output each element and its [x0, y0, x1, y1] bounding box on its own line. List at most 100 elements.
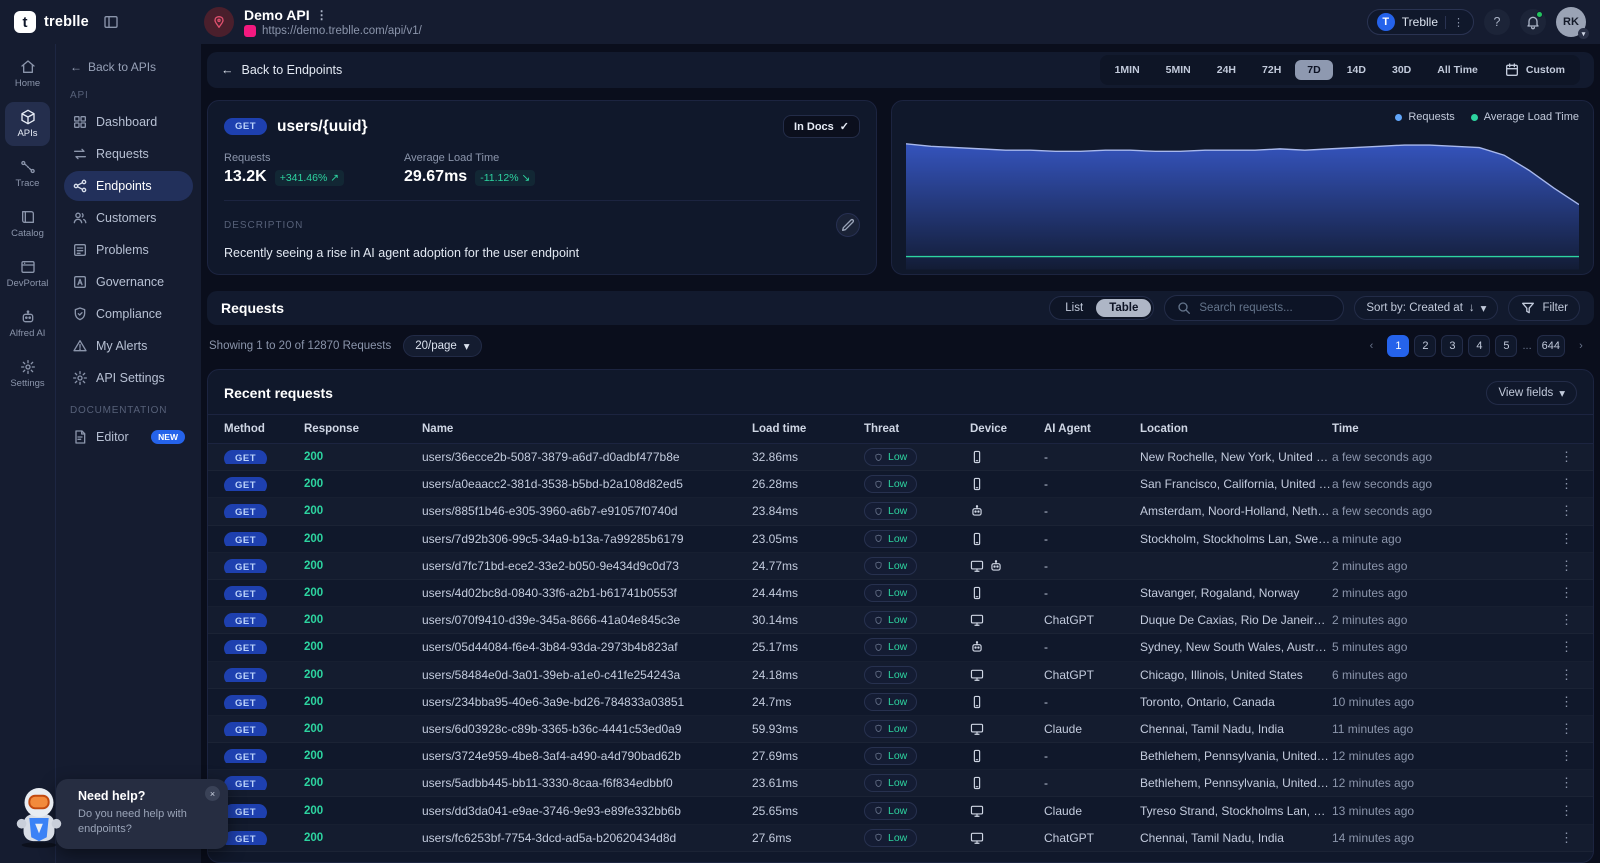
row-menu-button[interactable]: ⋮ — [1556, 694, 1577, 709]
edit-description-button[interactable] — [836, 213, 860, 237]
request-time: 12 minutes ago — [1332, 776, 1415, 791]
sidebar-item-requests[interactable]: Requests — [64, 139, 193, 169]
page-5-button[interactable]: 5 — [1495, 335, 1518, 357]
threat-shield-icon — [874, 697, 883, 706]
rail-item-devportal[interactable]: DevPortal — [5, 252, 50, 296]
range-30d[interactable]: 30D — [1380, 60, 1423, 80]
table-row[interactable]: GET 200 users/234bba95-40e6-3a9e-bd26-78… — [208, 689, 1593, 716]
page-4-button[interactable]: 4 — [1468, 335, 1491, 357]
pencil-icon — [840, 217, 856, 233]
workspace-switcher[interactable]: T Treblle ⋮ — [1366, 9, 1474, 35]
search-requests[interactable] — [1164, 295, 1345, 321]
rail-item-alfred-ai[interactable]: Alfred AI — [5, 302, 50, 346]
table-row[interactable]: GET 200 users/3724e959-4be8-3af4-a490-a4… — [208, 743, 1593, 770]
filter-button[interactable]: Filter — [1508, 295, 1580, 321]
desktop-icon — [970, 613, 984, 627]
user-avatar[interactable]: RK ▾ — [1556, 7, 1589, 39]
next-page-button[interactable]: › — [1570, 335, 1592, 357]
rail-item-apis[interactable]: APIs — [5, 102, 50, 146]
table-row[interactable]: GET 200 users/6d03928c-c89b-3365-b36c-44… — [208, 716, 1593, 743]
table-row[interactable]: GET 200 users/dd3da041-e9ae-3746-9e93-e8… — [208, 797, 1593, 824]
row-menu-button[interactable]: ⋮ — [1556, 449, 1577, 464]
table-row[interactable]: GET 200 users/5adbb445-bb11-3330-8caa-f6… — [208, 770, 1593, 797]
row-menu-button[interactable]: ⋮ — [1556, 775, 1577, 790]
api-menu-icon[interactable]: ⋮ — [316, 8, 328, 22]
threat-badge: Low — [864, 801, 918, 820]
row-menu-button[interactable]: ⋮ — [1556, 748, 1577, 763]
table-row[interactable]: GET 200 users/7d92b306-99c5-34a9-b13a-7a… — [208, 526, 1593, 553]
prev-page-button[interactable]: ‹ — [1360, 335, 1382, 357]
sidebar-item-customers[interactable]: Customers — [64, 203, 193, 233]
chat-close-button[interactable]: × — [205, 786, 220, 802]
new-badge: NEW — [151, 430, 185, 444]
page-2-button[interactable]: 2 — [1414, 335, 1437, 357]
view-fields-button[interactable]: View fields ▾ — [1486, 381, 1577, 405]
row-menu-button[interactable]: ⋮ — [1556, 721, 1577, 736]
phone-icon — [970, 532, 984, 546]
page-3-button[interactable]: 3 — [1441, 335, 1464, 357]
in-docs-badge[interactable]: In Docs ✓ — [783, 115, 860, 138]
request-time: 10 minutes ago — [1332, 694, 1415, 709]
back-to-apis-link[interactable]: ← Back to APIs — [64, 56, 193, 78]
range-custom[interactable]: Custom — [1492, 58, 1577, 82]
sort-by-button[interactable]: Sort by: Created at ↓ ▾ — [1354, 296, 1499, 320]
per-page-select[interactable]: 20/page ▾ — [403, 335, 482, 357]
sidebar-item-editor[interactable]: Editor NEW — [64, 422, 193, 452]
sidebar-item-problems[interactable]: Problems — [64, 235, 193, 265]
sidebar-item-my-alerts[interactable]: My Alerts — [64, 331, 193, 361]
table-row[interactable]: GET 200 users/885f1b46-e305-3960-a6b7-e9… — [208, 498, 1593, 525]
rail-item-home[interactable]: Home — [5, 52, 50, 96]
row-menu-button[interactable]: ⋮ — [1556, 531, 1577, 546]
range-72h[interactable]: 72H — [1250, 60, 1293, 80]
table-row[interactable]: GET 200 users/36ecce2b-5087-3879-a6d7-d0… — [208, 444, 1593, 471]
requests-dot-icon — [1395, 113, 1403, 121]
range-5min[interactable]: 5MIN — [1154, 60, 1203, 80]
search-input[interactable] — [1199, 302, 1330, 314]
row-menu-button[interactable]: ⋮ — [1556, 830, 1577, 845]
row-menu-button[interactable]: ⋮ — [1556, 558, 1577, 573]
sidebar-item-compliance[interactable]: Compliance — [64, 299, 193, 329]
sidebar-item-governance[interactable]: Governance — [64, 267, 193, 297]
table-row[interactable]: GET 200 users/4d02bc8d-0840-33f6-a2b1-b6… — [208, 580, 1593, 607]
row-menu-button[interactable]: ⋮ — [1556, 503, 1577, 518]
table-row[interactable]: GET 200 users/05d44084-f6e4-3b84-93da-29… — [208, 634, 1593, 661]
table-row[interactable]: GET 200 users/a0eaacc2-381d-3538-b5bd-b2… — [208, 471, 1593, 498]
table-row[interactable]: GET 200 users/58484e0d-3a01-39eb-a1e0-c4… — [208, 662, 1593, 689]
method-badge: GET — [224, 450, 268, 465]
request-time: 14 minutes ago — [1332, 830, 1415, 845]
help-button[interactable]: ? — [1484, 9, 1510, 35]
response-code: 200 — [304, 451, 324, 464]
collapse-sidebar-icon[interactable] — [103, 14, 119, 30]
row-menu-button[interactable]: ⋮ — [1556, 612, 1577, 627]
notifications-button[interactable] — [1520, 9, 1546, 35]
range-7d[interactable]: 7D — [1295, 60, 1333, 80]
view-table-button[interactable]: Table — [1096, 299, 1152, 317]
alfred-bot-avatar[interactable] — [10, 785, 68, 849]
row-menu-button[interactable]: ⋮ — [1556, 639, 1577, 654]
row-menu-button[interactable]: ⋮ — [1556, 476, 1577, 491]
sidebar-item-api-settings[interactable]: API Settings — [64, 363, 193, 393]
view-list-button[interactable]: List — [1052, 299, 1096, 317]
rail-item-catalog[interactable]: Catalog — [5, 202, 50, 246]
sidebar-item-endpoints[interactable]: Endpoints — [64, 171, 193, 201]
row-menu-button[interactable]: ⋮ — [1556, 803, 1577, 818]
request-name: users/dd3da041-e9ae-3746-9e93-e89fe332bb… — [422, 803, 681, 818]
page-644-button[interactable]: 644 — [1536, 335, 1565, 357]
row-menu-button[interactable]: ⋮ — [1556, 667, 1577, 682]
sidebar-item-dashboard[interactable]: Dashboard — [64, 107, 193, 137]
range-all-time[interactable]: All Time — [1425, 60, 1490, 80]
chat-bubble[interactable]: Need help? Do you need help with endpoin… — [56, 779, 228, 849]
rail-item-trace[interactable]: Trace — [5, 152, 50, 196]
page-1-button[interactable]: 1 — [1387, 335, 1410, 357]
table-row[interactable]: GET 200 users/fc6253bf-7754-3dcd-ad5a-b2… — [208, 825, 1593, 852]
load-time: 32.86ms — [752, 450, 799, 465]
table-row[interactable]: GET 200 users/d7fc71bd-ece2-33e2-b050-9e… — [208, 553, 1593, 580]
row-menu-button[interactable]: ⋮ — [1556, 585, 1577, 600]
rail-item-settings[interactable]: Settings — [5, 352, 50, 396]
range-14d[interactable]: 14D — [1335, 60, 1378, 80]
ai-agent: Claude — [1044, 721, 1083, 736]
back-to-endpoints-link[interactable]: ← Back to Endpoints — [221, 63, 342, 77]
range-1min[interactable]: 1MIN — [1103, 60, 1152, 80]
range-24h[interactable]: 24H — [1205, 60, 1248, 80]
table-row[interactable]: GET 200 users/070f9410-d39e-345a-8666-41… — [208, 607, 1593, 634]
